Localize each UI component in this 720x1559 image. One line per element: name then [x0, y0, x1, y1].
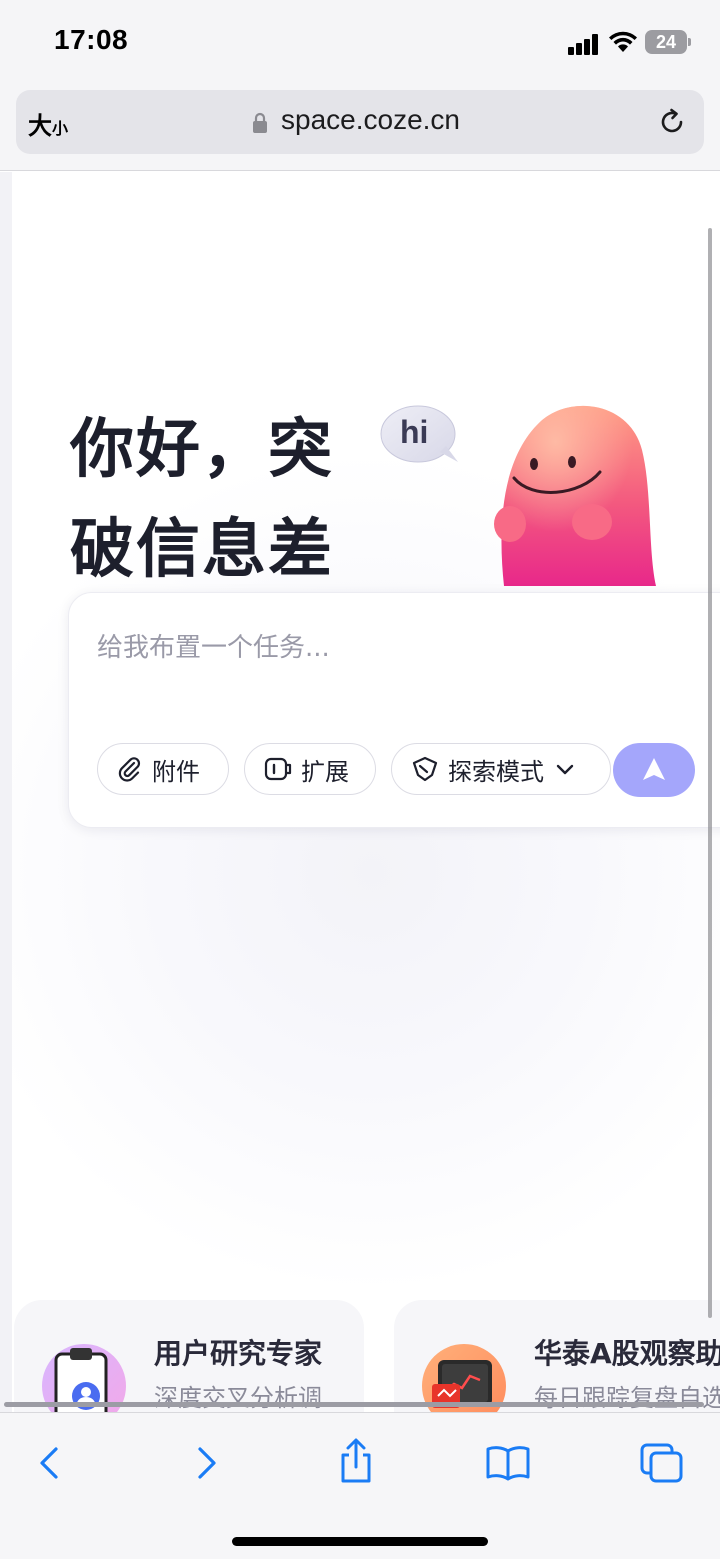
forward-icon[interactable]: [182, 1441, 230, 1485]
share-icon[interactable]: [332, 1437, 380, 1487]
back-icon[interactable]: [26, 1441, 74, 1485]
scrollbar[interactable]: [708, 228, 712, 1318]
tabs-icon[interactable]: [638, 1441, 686, 1485]
bookmarks-icon[interactable]: [484, 1441, 532, 1485]
agent-title: 华泰A股观察助: [534, 1337, 720, 1370]
status-time: 17:08: [54, 24, 129, 55]
browser-toolbar: [0, 1412, 720, 1559]
page-edge: [0, 172, 12, 1412]
web-page: 你好，突 破信息差 hi 给我布置一个任务... 附件 扩展 探索模式 用户研究…: [12, 172, 720, 1412]
send-button[interactable]: [613, 743, 695, 797]
chevron-down-icon: [556, 764, 574, 775]
extend-label: 扩展: [301, 757, 349, 786]
mode-label: 探索模式: [448, 757, 544, 786]
mascot-illustration: [494, 405, 656, 586]
task-composer[interactable]: 给我布置一个任务... 附件 扩展 探索模式: [68, 592, 720, 828]
battery-level: 24: [655, 32, 677, 52]
text-size-big: 大: [28, 112, 52, 140]
text-size-small: 小: [52, 119, 69, 138]
wifi-icon: [609, 31, 637, 52]
reload-icon[interactable]: [656, 106, 688, 138]
url-text[interactable]: space.coze.cn: [281, 104, 460, 136]
browser-address-area: 大小 space.coze.cn: [0, 86, 720, 171]
plugin-icon: [264, 757, 292, 781]
attach-button[interactable]: 附件: [97, 743, 229, 795]
agent-card-stock-observer[interactable]: 华泰A股观察助 每日跟踪复盘自选: [394, 1300, 720, 1412]
headline-line-2: 破信息差: [70, 513, 334, 587]
task-input[interactable]: 给我布置一个任务...: [97, 627, 330, 664]
bubble-text: hi: [400, 414, 429, 450]
agent-title: 用户研究专家: [154, 1337, 323, 1370]
lock-icon: [253, 112, 267, 133]
status-bar: 17:08 24: [0, 0, 720, 86]
paperclip-icon: [118, 757, 141, 782]
cellular-signal-icon: [568, 33, 600, 55]
agent-card-user-research[interactable]: 用户研究专家 深度交叉分析调: [14, 1300, 364, 1412]
attach-label: 附件: [152, 757, 200, 786]
battery-icon: 24: [645, 30, 691, 54]
home-indicator[interactable]: [232, 1537, 488, 1546]
explore-mode-icon: [412, 756, 438, 782]
text-size-button[interactable]: 大小: [28, 106, 68, 141]
send-arrow-icon: [643, 758, 665, 780]
hero-headline: 你好，突 破信息差: [70, 400, 370, 600]
hi-speech-bubble: hi: [380, 404, 460, 468]
extend-button[interactable]: 扩展: [244, 743, 376, 795]
mode-selector[interactable]: 探索模式: [391, 743, 611, 795]
headline-line-1: 你好，突: [70, 413, 334, 487]
scroll-indicator: [4, 1402, 704, 1407]
address-bar[interactable]: 大小 space.coze.cn: [16, 90, 704, 154]
